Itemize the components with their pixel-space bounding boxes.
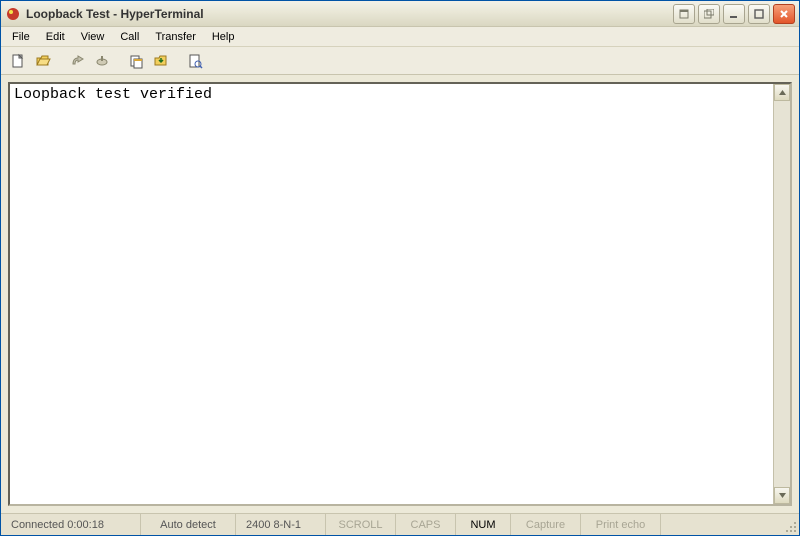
- content-area: Loopback test verified: [1, 75, 799, 513]
- terminal-frame: Loopback test verified: [8, 82, 792, 506]
- new-button[interactable]: [7, 50, 29, 72]
- help-button[interactable]: [673, 4, 695, 24]
- menu-help[interactable]: Help: [205, 29, 242, 45]
- status-spacer: [661, 514, 781, 535]
- minimize-button[interactable]: [723, 4, 745, 24]
- status-settings: 2400 8-N-1: [236, 514, 326, 535]
- status-num: NUM: [456, 514, 511, 535]
- title-buttons: [673, 4, 795, 24]
- app-icon: [5, 6, 21, 22]
- menu-call[interactable]: Call: [113, 29, 146, 45]
- status-printecho: Print echo: [581, 514, 661, 535]
- toolbar: [1, 47, 799, 75]
- status-bar: Connected 0:00:18 Auto detect 2400 8-N-1…: [1, 513, 799, 535]
- close-button[interactable]: [773, 4, 795, 24]
- menu-bar: File Edit View Call Transfer Help: [1, 27, 799, 47]
- status-scroll: SCROLL: [326, 514, 396, 535]
- vertical-scrollbar[interactable]: [773, 84, 790, 504]
- maximize-button[interactable]: [748, 4, 770, 24]
- restore-down-alt-button[interactable]: [698, 4, 720, 24]
- title-bar[interactable]: Loopback Test - HyperTerminal: [1, 1, 799, 27]
- app-window: Loopback Test - HyperTerminal File Edit …: [0, 0, 800, 536]
- status-caps: CAPS: [396, 514, 456, 535]
- scroll-track[interactable]: [774, 101, 790, 487]
- status-capture: Capture: [511, 514, 581, 535]
- terminal-output[interactable]: Loopback test verified: [10, 84, 773, 504]
- connect-button[interactable]: [66, 50, 88, 72]
- scroll-up-button[interactable]: [774, 84, 790, 101]
- send-button[interactable]: [125, 50, 147, 72]
- status-autodetect: Auto detect: [141, 514, 236, 535]
- menu-edit[interactable]: Edit: [39, 29, 72, 45]
- menu-transfer[interactable]: Transfer: [148, 29, 203, 45]
- menu-file[interactable]: File: [5, 29, 37, 45]
- scroll-down-button[interactable]: [774, 487, 790, 504]
- open-button[interactable]: [32, 50, 54, 72]
- disconnect-button[interactable]: [91, 50, 113, 72]
- receive-button[interactable]: [150, 50, 172, 72]
- menu-view[interactable]: View: [74, 29, 112, 45]
- status-connected: Connected 0:00:18: [1, 514, 141, 535]
- properties-button[interactable]: [184, 50, 206, 72]
- resize-grip[interactable]: [781, 514, 799, 535]
- window-title: Loopback Test - HyperTerminal: [26, 7, 673, 21]
